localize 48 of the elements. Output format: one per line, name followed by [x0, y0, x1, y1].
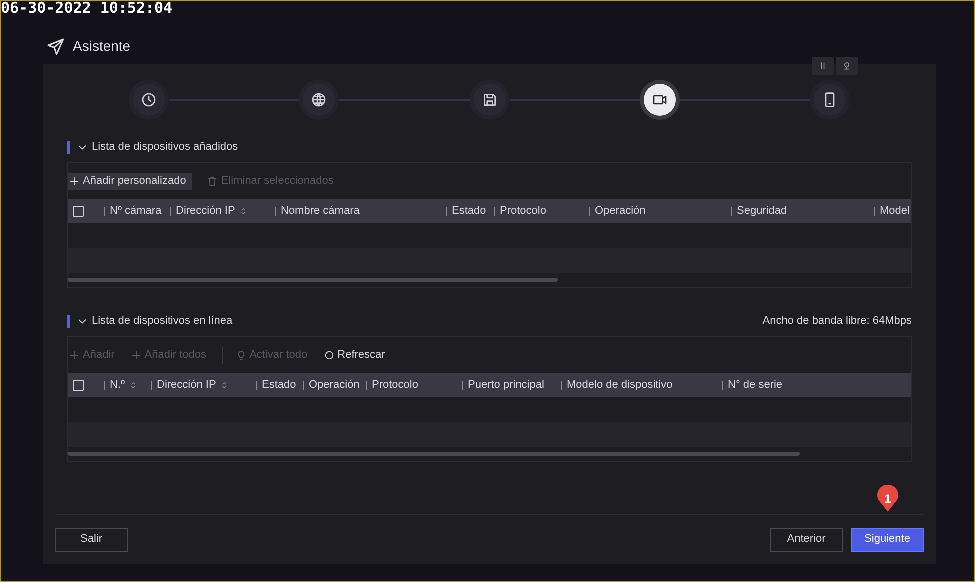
step-indicator[interactable] — [303, 84, 336, 116]
column-header[interactable]: N° de serie — [728, 376, 783, 394]
circle-icon — [324, 350, 335, 360]
select-all-checkbox[interactable] — [73, 380, 84, 390]
column-header[interactable]: Estado — [452, 202, 486, 220]
step-indicator[interactable] — [474, 84, 506, 116]
column-header[interactable]: Seguridad — [737, 202, 788, 220]
column-header[interactable]: Estado — [262, 376, 296, 394]
column-header[interactable]: Nº cámara — [110, 202, 162, 220]
scrollbar-thumb[interactable] — [68, 278, 558, 282]
bandwidth-label: Ancho de banda libre: 64Mbps — [762, 314, 912, 329]
plus-icon — [69, 176, 80, 186]
select-all-checkbox[interactable] — [73, 206, 84, 216]
sort-icon[interactable] — [239, 206, 248, 216]
column-header[interactable]: Nombre cámara — [281, 202, 360, 220]
section-toggle[interactable]: Lista de dispositivos añadidos — [67, 138, 238, 156]
column-header[interactable]: N.º — [110, 376, 126, 394]
sort-icon[interactable] — [129, 380, 138, 390]
plus-icon — [69, 350, 80, 360]
column-header[interactable]: Operación — [309, 376, 360, 394]
camera-button[interactable] — [836, 57, 858, 75]
column-header[interactable]: Protocolo — [372, 376, 418, 394]
step-indicator[interactable] — [814, 84, 846, 116]
globe-icon — [311, 92, 328, 108]
column-header[interactable]: Modelo de dispositivo — [567, 376, 673, 394]
webcam-icon — [842, 61, 852, 71]
sort-icon[interactable] — [220, 380, 230, 390]
send-icon — [47, 38, 65, 56]
toolbar-button[interactable]: Refrescar — [322, 346, 386, 364]
trash-icon — [207, 176, 218, 186]
toolbar-button[interactable]: Añadir personalizado — [68, 172, 192, 190]
footer-button[interactable]: Salir — [55, 528, 128, 552]
footer-button[interactable]: Anterior — [770, 528, 843, 552]
column-header[interactable]: Dirección IP — [157, 376, 216, 394]
column-header[interactable]: Dirección IP — [176, 202, 236, 220]
column-header[interactable]: Model — [880, 202, 910, 220]
column-header[interactable]: Operación — [595, 202, 646, 220]
column-header[interactable]: Protocolo — [500, 202, 546, 220]
section-toggle[interactable]: Lista de dispositivos en línea — [67, 312, 233, 330]
step-indicator[interactable] — [644, 84, 676, 116]
timestamp: 06-30-2022 10:52:04 — [1, 0, 173, 18]
clock-icon — [141, 92, 157, 108]
step-indicator[interactable] — [133, 84, 165, 116]
scrollbar-thumb[interactable] — [68, 452, 800, 456]
lightbulb-icon — [236, 350, 247, 360]
plus-icon — [130, 350, 142, 360]
window-title: Asistente — [73, 37, 131, 56]
column-header[interactable]: Puerto principal — [468, 376, 544, 394]
